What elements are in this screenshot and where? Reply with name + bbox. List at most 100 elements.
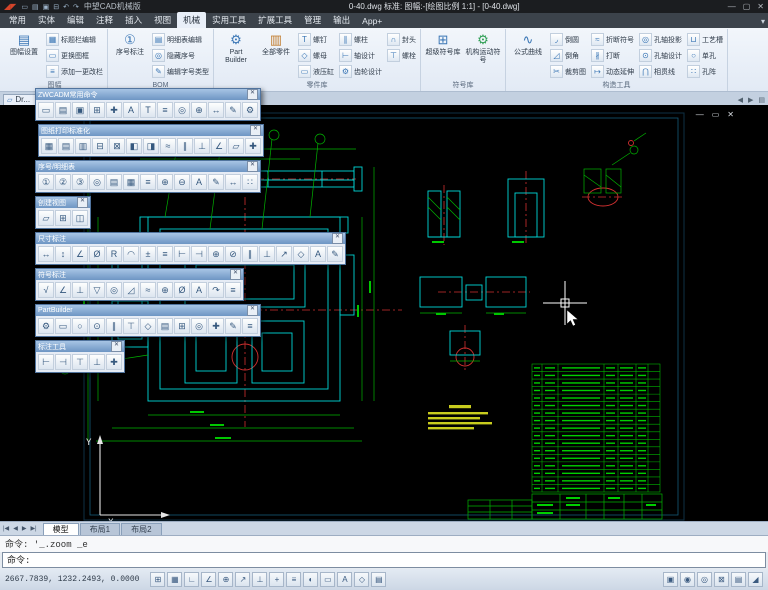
text-dim-icon[interactable]: A (310, 246, 326, 262)
ribbon-btn-sheet-settings[interactable]: ▤图幅设置 (6, 30, 42, 57)
add-icon[interactable]: ✚ (245, 138, 261, 154)
command-input[interactable]: 命令: (2, 552, 766, 568)
circle-part-icon[interactable]: ○ (72, 318, 88, 334)
vertical-dim-icon[interactable]: ↕ (55, 246, 71, 262)
clean-screen-icon[interactable]: ⊠ (714, 572, 729, 587)
toolbar-titlebar[interactable]: 图纸打印标准化✕ (39, 125, 263, 136)
doc-restore-icon[interactable]: ▭ (712, 110, 720, 119)
ribbon-btn-single-hole[interactable]: ○单孔 (687, 48, 723, 63)
roughness-icon[interactable]: √ (38, 282, 54, 298)
toolbar-zwcadm-common[interactable]: ZWCADM常用命令✕ ▭▤▣⊞✚AT≡◎⊕↔✎⚙ (35, 88, 261, 121)
list-icon[interactable]: ≡ (157, 102, 173, 118)
plot-icon[interactable]: ⊟ (53, 3, 59, 11)
chain-dim-icon[interactable]: ⊢ (174, 246, 190, 262)
resize-grip-icon[interactable]: ◢ (748, 572, 763, 587)
transparency-toggle-icon[interactable]: ◐ (303, 572, 318, 587)
ribbon-btn-hole-shaft-design[interactable]: ⊙孔轴设计 (639, 48, 682, 63)
edit-icon[interactable]: ✎ (225, 102, 241, 118)
open-icon[interactable]: ▤ (55, 102, 71, 118)
layout-nav-icon[interactable]: ▶ (21, 525, 28, 532)
ribbon-btn-hole-array[interactable]: ∷孔阵 (687, 64, 723, 79)
close-button[interactable]: ✕ (757, 2, 764, 11)
ribbon-btn-super-symbol-lib[interactable]: ⊞超级符号库 (425, 30, 461, 57)
toolbar-titlebar[interactable]: 符号标注✕ (36, 269, 243, 280)
snap-toggle-icon[interactable]: ⊞ (150, 572, 165, 587)
bearing-icon[interactable]: ⊙ (89, 318, 105, 334)
model-space-icon[interactable]: ▣ (663, 572, 678, 587)
angle-icon[interactable]: ∠ (211, 138, 227, 154)
edit-part-icon[interactable]: ✎ (225, 318, 241, 334)
frame-icon[interactable]: ▦ (41, 138, 57, 154)
balloon-circle-icon[interactable]: ◎ (89, 174, 105, 190)
ribbon-btn-stud[interactable]: ∥螺柱 (339, 32, 382, 47)
perpendicular-icon[interactable]: ⊥ (194, 138, 210, 154)
baseline-dim-icon[interactable]: ≡ (157, 246, 173, 262)
revision-icon[interactable]: ↷ (208, 282, 224, 298)
perpendicular-dim-icon[interactable]: ⊥ (259, 246, 275, 262)
wave-symbol-icon[interactable]: ≈ (140, 282, 156, 298)
ribbon-btn-dynamic-extend[interactable]: ↦动态延伸 (591, 64, 634, 79)
edit-icon[interactable]: ✎ (208, 174, 224, 190)
toolbar-partbuilder[interactable]: PartBuilder✕ ⚙▭○⊙∥⊤◇▤⊞◎✚✎≡ (35, 304, 261, 337)
ribbon-btn-bolt[interactable]: ⊤螺栓 (387, 48, 416, 63)
layout-nav-icon[interactable]: |◀ (2, 525, 10, 532)
doc-close-icon[interactable]: ✕ (727, 110, 734, 119)
tab-实用工具[interactable]: 实用工具 (206, 12, 252, 28)
parallel-dim-icon[interactable]: ∥ (242, 246, 258, 262)
tab-输出[interactable]: 输出 (327, 12, 356, 28)
ribbon-btn-hole-shaft-projection[interactable]: ◎孔轴投影 (639, 32, 682, 47)
remove-row-icon[interactable]: ⊖ (174, 174, 190, 190)
layout-nav-icon[interactable]: ▶| (29, 525, 37, 532)
ribbon-btn-hide-balloon[interactable]: ◎隐藏序号 (152, 48, 209, 63)
ribbon-btn-add-revision[interactable]: ≡添加一更改栏 (46, 64, 103, 79)
half-icon[interactable]: ◧ (126, 138, 142, 154)
ribbon-btn-part-builder[interactable]: ⚙Part Builder (218, 30, 254, 64)
edit-dim-icon[interactable]: ✎ (327, 246, 343, 262)
arc-dim-icon[interactable]: ◠ (123, 246, 139, 262)
new-view-icon[interactable]: ▱ (38, 210, 54, 226)
taper-icon[interactable]: ◿ (123, 282, 139, 298)
undo-icon[interactable]: ↶ (63, 3, 69, 11)
layout-icon[interactable]: ▱ (228, 138, 244, 154)
new-icon[interactable]: ▭ (21, 3, 28, 11)
toolbar-create-view[interactable]: 创建视图✕ ▱⊞◫ (35, 196, 91, 229)
toolbar-symbol[interactable]: 符号标注✕ √∠⊥▽◎◿≈⊕ØA↷≡ (35, 268, 244, 301)
tab-机械[interactable]: 机械 (177, 12, 206, 28)
diameter-dim-icon[interactable]: Ø (89, 246, 105, 262)
toolbar-titlebar[interactable]: 创建视图✕ (36, 197, 90, 208)
align-icon[interactable]: ≡ (140, 174, 156, 190)
part-list-icon[interactable]: ≡ (242, 318, 258, 334)
ribbon-btn-edit-font-type[interactable]: ✎编辑字号类型 (152, 64, 209, 79)
otrack-toggle-icon[interactable]: ↗ (235, 572, 250, 587)
save-icon[interactable]: ▣ (43, 3, 50, 11)
ribbon-btn-formula-curve[interactable]: ∿公式曲线 (510, 30, 546, 57)
dim-add-icon[interactable]: ✚ (106, 354, 122, 370)
toolbar-titlebar[interactable]: 序号/明细表✕ (36, 161, 260, 172)
ribbon-btn-nut[interactable]: ◇螺母 (298, 48, 334, 63)
symmetry-dim-icon[interactable]: ◇ (293, 246, 309, 262)
hub-icon[interactable]: ◎ (191, 318, 207, 334)
add-row-icon[interactable]: ⊕ (157, 174, 173, 190)
ribbon-btn-chamfer[interactable]: ◿倒角 (550, 48, 586, 63)
toolbar-print-standard[interactable]: 图纸打印标准化✕ ▦▤▥⊟⊠◧◨≈∥⊥∠▱✚ (38, 124, 264, 157)
parallel-icon[interactable]: ∥ (177, 138, 193, 154)
ribbon-btn-head[interactable]: ∩封头 (387, 32, 416, 47)
radius-dim-icon[interactable]: R (106, 246, 122, 262)
lock-ui-icon[interactable]: ◉ (680, 572, 695, 587)
flange-icon[interactable]: ⊤ (123, 318, 139, 334)
settings-icon[interactable]: ⚙ (242, 102, 258, 118)
tab-App+[interactable]: App+ (356, 14, 388, 28)
bom-table-icon[interactable]: ▤ (106, 174, 122, 190)
units-toggle-icon[interactable]: ▤ (371, 572, 386, 587)
toolbar-titlebar[interactable]: ZWCADM常用命令✕ (36, 89, 260, 100)
ribbon-btn-process-groove[interactable]: ⊔工艺槽 (687, 32, 723, 47)
toolbar-close-icon[interactable]: ✕ (111, 341, 122, 352)
tab-编辑[interactable]: 编辑 (61, 12, 90, 28)
merge-icon[interactable]: ∷ (242, 174, 258, 190)
document-tab[interactable]: ▱ Dr... (3, 94, 39, 105)
balloon-2-icon[interactable]: ② (55, 174, 71, 190)
block-icon[interactable]: ▭ (55, 318, 71, 334)
ribbon-btn-shaft-design[interactable]: ⊢轴设计 (339, 48, 382, 63)
ribbon-btn-cylinder[interactable]: ▭液压缸 (298, 64, 334, 79)
split-icon[interactable]: ◨ (143, 138, 159, 154)
